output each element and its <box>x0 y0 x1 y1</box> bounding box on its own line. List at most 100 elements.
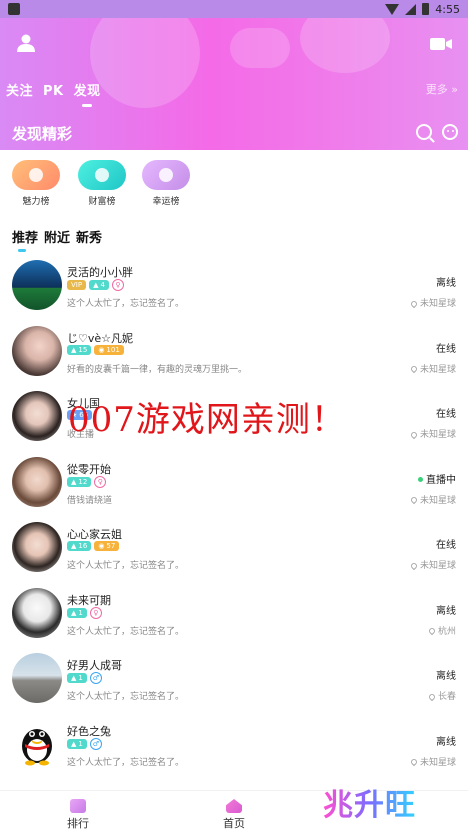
level-badge: ▲ 12 <box>67 476 92 487</box>
list-item[interactable]: 好色之兔 ▲ 1 ♂ 这个人太忙了，忘记签名了。 离线 未知星球 <box>0 713 468 779</box>
female-icon: ♀ <box>89 606 102 619</box>
avatar <box>12 522 62 572</box>
user-status: 在线 <box>436 540 456 551</box>
decor-bubble <box>230 28 290 68</box>
avatar <box>12 718 62 769</box>
avatar <box>12 587 62 638</box>
location-pin-icon <box>409 364 419 374</box>
app-screen: 4:55 关注 PK 发现 更多 » 发现精彩 魅力榜 财富榜 幸运榜 推荐 附… <box>0 0 468 832</box>
user-location: 长春 <box>427 689 456 702</box>
lucky-rank-icon <box>142 160 190 190</box>
vip-badge: VIP <box>67 280 87 290</box>
emoji-icon[interactable] <box>442 124 458 140</box>
user-badges: ▲ 16 ◉ 57 <box>67 541 120 551</box>
home-icon <box>226 799 242 813</box>
location-pin-icon <box>427 626 437 636</box>
list-item[interactable]: 從零开始 ▲ 12 ♀ 借钱请绕道 直播中 未知星球 <box>0 451 468 517</box>
rank-lucky[interactable]: 幸运榜 <box>136 160 196 207</box>
level-badge: ▲ 15 <box>67 344 92 355</box>
tab-newcomer[interactable]: 新秀 <box>76 227 102 246</box>
charm-rank-icon <box>12 160 60 190</box>
rank-shortcuts: 魅力榜 财富榜 幸运榜 <box>0 160 468 210</box>
user-location: 未知星球 <box>409 755 456 768</box>
user-signature: 这个人太忙了，忘记签名了。 <box>67 757 185 768</box>
list-item[interactable]: じ♡vè☆凡妮 ▲ 15 ◉ 101 好看的皮囊千篇一律，有趣的灵魂万里挑一。 … <box>0 320 468 386</box>
level-badge: ▲ 1 <box>67 607 87 618</box>
header: 关注 PK 发现 更多 » 发现精彩 <box>0 18 468 150</box>
rank-charm[interactable]: 魅力榜 <box>6 160 66 207</box>
user-name: 灵活的小小胖 <box>67 266 133 279</box>
list-item[interactable]: 好男人成哥 ▲ 1 ♂ 这个人太忙了，忘记签名了。 离线 长春 <box>0 647 468 713</box>
rank-wealth[interactable]: 财富榜 <box>72 160 132 207</box>
tab-recommend[interactable]: 推荐 <box>12 227 38 252</box>
avatar <box>12 391 62 441</box>
user-location: 未知星球 <box>409 362 456 375</box>
user-name: 未来可期 <box>67 593 111 607</box>
user-status: 在线 <box>436 343 456 355</box>
male-icon: ♂ <box>89 672 102 684</box>
user-location: 未知星球 <box>409 427 456 440</box>
user-status: 离线 <box>436 671 456 682</box>
user-name: 從零开始 <box>67 462 111 476</box>
list-item[interactable]: 灵活的小小胖 VIP ▲ 4 ♀ 这个人太忙了，忘记签名了。 离线 未知星球 <box>0 254 468 320</box>
user-location: 杭州 <box>427 624 456 637</box>
nav-label: 首页 <box>223 817 245 830</box>
clock: 4:55 <box>435 2 460 16</box>
tab-nearby[interactable]: 附近 <box>44 227 70 246</box>
more-link[interactable]: 更多 » <box>426 81 458 97</box>
user-profile-icon[interactable] <box>16 34 36 56</box>
ranking-icon <box>70 799 86 813</box>
female-icon: ♀ <box>111 279 124 291</box>
user-signature: 这个人太忙了，忘记签名了。 <box>67 561 185 571</box>
app-notification-icon <box>8 3 20 15</box>
nav-label: 排行 <box>67 817 89 830</box>
wifi-icon <box>385 3 400 15</box>
user-signature: 好看的皮囊千篇一律，有趣的灵魂万里挑一。 <box>67 364 248 375</box>
user-badges: ▲ 12 ♀ <box>67 475 107 488</box>
avatar <box>12 456 62 507</box>
tab-pk[interactable]: PK <box>43 84 64 99</box>
level-badge: ▲ 16 <box>67 541 92 551</box>
user-name: 心心家云姐 <box>67 528 122 541</box>
location-pin-icon <box>409 495 419 505</box>
decor-bubble <box>90 18 200 108</box>
user-location: 未知星球 <box>409 493 456 506</box>
avatar <box>12 260 62 310</box>
video-camera-icon[interactable] <box>430 36 452 55</box>
rank-label: 财富榜 <box>88 197 116 207</box>
user-name: 好男人成哥 <box>67 659 122 672</box>
wealth-badge: ◉ 57 <box>94 541 120 551</box>
sub-tabs: 推荐 附近 新秀 <box>12 227 102 252</box>
section-title: 发现精彩 <box>12 125 73 143</box>
top-tabs: 关注 PK 发现 <box>6 80 101 107</box>
user-name: じ♡vè☆凡妮 <box>67 331 133 345</box>
level-badge: ▲ 4 <box>89 280 109 290</box>
user-name: 好色之兔 <box>67 724 111 738</box>
tab-follow[interactable]: 关注 <box>6 80 33 99</box>
user-status: 在线 <box>436 409 456 420</box>
signal-icon <box>405 3 417 15</box>
user-location: 未知星球 <box>409 558 456 571</box>
list-item[interactable]: 心心家云姐 ▲ 16 ◉ 57 这个人太忙了，忘记签名了。 在线 未知星球 <box>0 516 468 582</box>
list-item[interactable]: 未来可期 ▲ 1 ♀ 这个人太忙了，忘记签名了。 离线 杭州 <box>0 582 468 648</box>
nav-ranking[interactable]: 排行 <box>48 799 108 831</box>
wealth-rank-icon <box>78 160 126 190</box>
user-list: 灵活的小小胖 VIP ▲ 4 ♀ 这个人太忙了，忘记签名了。 离线 未知星球 じ… <box>0 254 468 778</box>
user-badges: ▲ 1 ♂ <box>67 737 102 750</box>
search-icon[interactable] <box>416 124 432 140</box>
nav-home[interactable]: 首页 <box>204 799 264 831</box>
user-status: 离线 <box>436 736 456 748</box>
user-signature: 这个人太忙了，忘记签名了。 <box>67 626 185 637</box>
tab-discover[interactable]: 发现 <box>74 80 101 107</box>
user-status: 离线 <box>436 278 456 289</box>
header-actions <box>416 124 458 140</box>
location-pin-icon <box>409 299 419 308</box>
watermark-text: 007游戏网亲测！ <box>68 400 346 440</box>
female-icon: ♀ <box>94 475 107 488</box>
live-dot-icon <box>418 477 423 482</box>
avatar <box>12 653 62 703</box>
avatar <box>12 325 62 376</box>
penguin-icon <box>22 728 52 765</box>
decor-bubble <box>300 18 390 73</box>
rank-label: 幸运榜 <box>152 197 180 207</box>
